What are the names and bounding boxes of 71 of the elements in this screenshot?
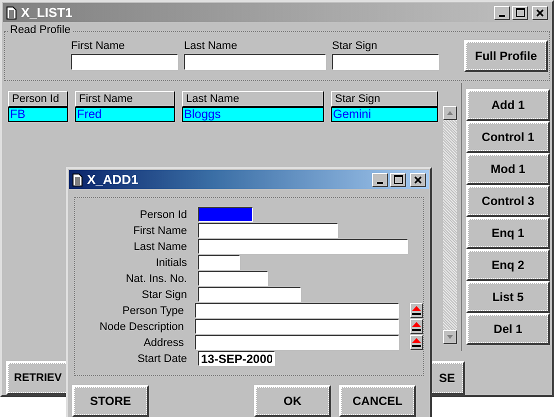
lookup-button[interactable]	[410, 303, 424, 318]
group-title: Read Profile	[9, 24, 72, 36]
close-icon	[536, 8, 544, 16]
field-label: Person Id	[138, 208, 187, 220]
ok-button[interactable]: OK	[254, 385, 331, 417]
field-label: Person Type	[121, 304, 184, 316]
column-header[interactable]: Person Id	[8, 91, 68, 107]
scroll-down-icon	[447, 335, 453, 339]
column-header[interactable]: Star Sign	[331, 91, 438, 107]
text-field[interactable]	[198, 271, 268, 286]
text-field[interactable]	[198, 287, 301, 302]
column-header[interactable]: First Name	[75, 91, 175, 107]
scroll-up-icon	[447, 111, 453, 115]
close-button[interactable]	[532, 6, 548, 20]
table-cell[interactable]: Bloggs	[182, 107, 324, 122]
field-label: Initials	[154, 256, 187, 268]
action-button[interactable]: Control 3	[466, 185, 550, 217]
maximize-icon	[516, 8, 524, 17]
field-label: Address	[142, 336, 184, 348]
action-button[interactable]: List 5	[466, 281, 550, 313]
full-profile-button[interactable]: Full Profile	[464, 40, 548, 72]
field-label: Star Sign	[140, 288, 187, 300]
text-field[interactable]	[198, 239, 408, 254]
minimize-button[interactable]	[372, 172, 388, 186]
text-field[interactable]	[198, 255, 240, 270]
minimize-button[interactable]	[494, 6, 510, 20]
field-label: First Name	[132, 224, 187, 236]
text-field[interactable]	[194, 303, 400, 318]
window-title: X_ADD1	[87, 172, 140, 187]
field-label: Star Sign	[332, 40, 378, 52]
text-field[interactable]	[184, 54, 326, 70]
maximize-button[interactable]	[512, 6, 528, 20]
store-button[interactable]: STORE	[72, 385, 149, 417]
action-button[interactable]: Mod 1	[466, 153, 550, 185]
action-button[interactable]: Add 1	[466, 89, 550, 121]
field-label: Last Name	[184, 40, 238, 52]
text-field[interactable]	[332, 54, 439, 70]
eject-icon	[412, 338, 422, 347]
column-header[interactable]: Last Name	[182, 91, 324, 107]
cancel-button[interactable]: CANCEL	[339, 385, 416, 417]
action-button[interactable]: Del 1	[466, 313, 550, 345]
table-cell[interactable]: FB	[8, 107, 68, 122]
text-field[interactable]	[198, 207, 253, 222]
field-label: Start Date	[136, 352, 187, 364]
document-icon	[6, 6, 17, 20]
action-button[interactable]: Enq 2	[466, 249, 550, 281]
eject-icon	[412, 306, 422, 315]
window-title: X_LIST1	[21, 5, 74, 20]
field-label: Nat. Ins. No.	[124, 272, 187, 284]
maximize-button[interactable]	[390, 172, 406, 186]
scrollbar[interactable]	[443, 106, 457, 344]
eject-icon	[412, 322, 422, 331]
minimize-icon	[499, 14, 505, 16]
document-icon	[72, 172, 83, 186]
action-button[interactable]: Control 1	[466, 121, 550, 153]
table-cell[interactable]: Fred	[75, 107, 175, 122]
field-label: Last Name	[132, 240, 187, 252]
text-field[interactable]	[194, 319, 400, 334]
lookup-button[interactable]	[410, 335, 424, 350]
minimize-icon	[377, 182, 383, 184]
action-button[interactable]: Enq 1	[466, 217, 550, 249]
close-button[interactable]	[410, 172, 426, 186]
field-label: Node Description	[98, 320, 184, 332]
text-field[interactable]	[194, 335, 400, 350]
maximize-icon	[394, 175, 402, 184]
lookup-button[interactable]	[410, 319, 424, 334]
table-cell[interactable]: Gemini	[331, 107, 438, 122]
close-icon	[414, 176, 422, 184]
field-label: First Name	[71, 40, 126, 52]
text-field[interactable]	[71, 54, 178, 70]
text-field[interactable]	[198, 223, 338, 238]
